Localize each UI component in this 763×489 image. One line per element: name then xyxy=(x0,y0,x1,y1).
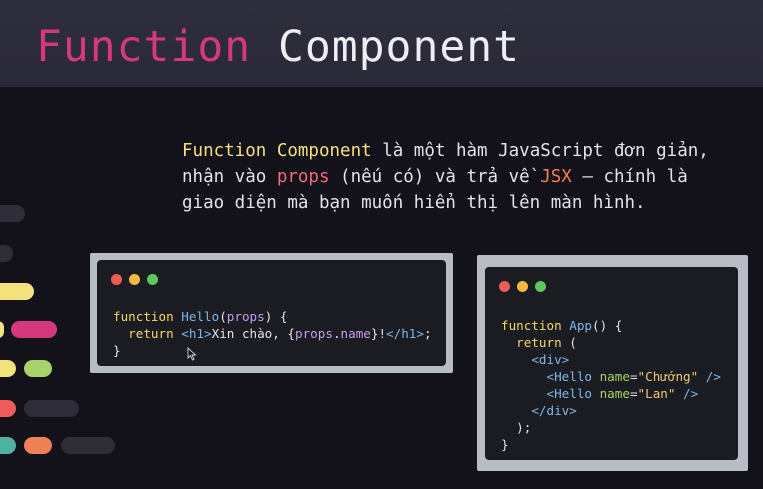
code-block-hello: function Hello(props) { return <h1>Xin c… xyxy=(113,308,432,359)
code-line: ); xyxy=(516,420,532,435)
pill-shape xyxy=(0,321,4,338)
pill-shape xyxy=(61,437,115,454)
description-text: Function Component là một hàm JavaScript… xyxy=(182,138,722,216)
code-window-app: function App() { return ( <div> <Hello n… xyxy=(485,267,738,460)
pill-shape xyxy=(0,400,16,417)
page-title: Function Component xyxy=(36,22,520,72)
code-line: <Hello name="Lan" /> xyxy=(546,386,699,401)
close-dot-icon xyxy=(499,281,510,292)
maximize-dot-icon xyxy=(147,274,158,285)
pill-shape xyxy=(0,360,16,377)
term-props: props xyxy=(276,167,330,187)
title-word-component: Component xyxy=(278,22,520,72)
code-line: } xyxy=(113,343,121,358)
term-function-component: Function Component xyxy=(182,141,372,161)
maximize-dot-icon xyxy=(535,281,546,292)
pill-shape xyxy=(24,360,52,377)
pill-shape xyxy=(0,437,16,454)
pill-shape xyxy=(24,437,52,454)
pill-shape xyxy=(11,321,57,338)
minimize-dot-icon xyxy=(517,281,528,292)
title-bar: Function Component xyxy=(0,0,763,87)
code-line: } xyxy=(501,437,509,452)
code-window-app-frame: function App() { return ( <div> <Hello n… xyxy=(477,255,748,471)
close-dot-icon xyxy=(111,274,122,285)
code-line: function Hello(props) { xyxy=(113,309,288,324)
code-line: <Hello name="Chướng" /> xyxy=(546,369,721,384)
code-line: return <h1>Xin chào, {props.name}!</h1>; xyxy=(128,326,432,341)
code-line: <div> xyxy=(531,352,570,367)
term-jsx: JSX xyxy=(540,167,572,187)
code-window-hello: function Hello(props) { return <h1>Xin c… xyxy=(97,260,446,366)
pill-shape xyxy=(24,400,79,417)
code-window-hello-frame: function Hello(props) { return <h1>Xin c… xyxy=(90,253,453,373)
code-line: return ( xyxy=(516,335,577,350)
code-line: </div> xyxy=(531,403,577,418)
pill-shape xyxy=(0,205,25,222)
description-part2: (nếu có) và trả về xyxy=(329,167,541,187)
code-block-app: function App() { return ( <div> <Hello n… xyxy=(501,317,721,453)
title-word-function: Function xyxy=(36,22,252,72)
pill-shape xyxy=(0,283,34,300)
minimize-dot-icon xyxy=(129,274,140,285)
mouse-cursor-icon xyxy=(187,347,197,361)
pill-shape xyxy=(0,245,13,262)
code-line: function App() { xyxy=(501,318,623,333)
